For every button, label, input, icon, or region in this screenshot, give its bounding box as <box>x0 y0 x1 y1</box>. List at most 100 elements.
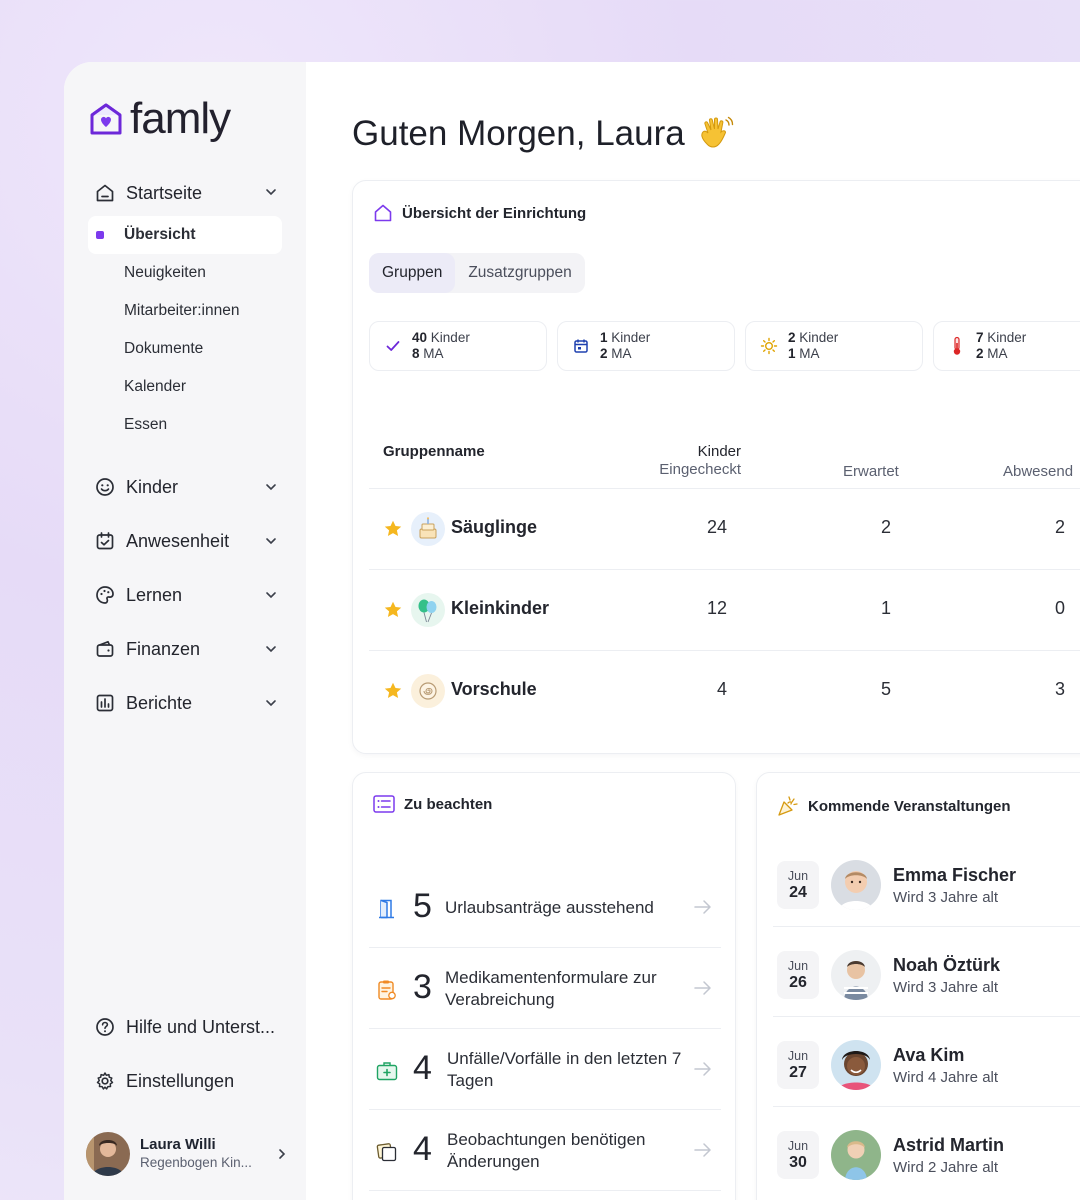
event-month: Jun <box>787 869 809 883</box>
calendar-check-icon <box>94 530 116 552</box>
nav-finanzen[interactable]: Finanzen <box>88 622 284 676</box>
col-absent[interactable]: Abwesend <box>1003 463 1073 480</box>
avatar <box>831 1130 881 1180</box>
cake-icon <box>411 512 445 546</box>
table-row[interactable]: Säuglinge 24 2 2 <box>369 489 1080 570</box>
chevron-down-icon <box>266 189 276 196</box>
party-popper-icon <box>778 796 798 816</box>
stat-holiday[interactable]: 2 Kinder 1 MA <box>745 321 923 371</box>
tab-gruppen[interactable]: Gruppen <box>369 253 456 293</box>
card-title: Zu beachten <box>373 795 492 813</box>
nav-lernen[interactable]: Lernen <box>88 568 284 622</box>
stat-kids-label: Kinder <box>611 330 651 345</box>
stat-planned[interactable]: 1 Kinder 2 MA <box>557 321 735 371</box>
event-item[interactable]: Jun 26 Noah Öztürk Wird 3 Jahre alt <box>773 927 1080 1017</box>
card-title: Übersicht der Einrichtung <box>373 203 586 223</box>
first-aid-icon <box>375 1059 399 1083</box>
nav-label: Kinder <box>126 476 179 497</box>
famly-logo[interactable]: famly <box>88 94 231 144</box>
nav-anwesenheit[interactable]: Anwesenheit <box>88 514 284 568</box>
stat-sick[interactable]: 7 Kinder 2 MA <box>933 321 1080 371</box>
attention-item[interactable]: 5 Urlaubsanträge ausstehend <box>369 867 721 948</box>
arrow-right-icon <box>694 981 711 995</box>
attention-count: 4 <box>413 1130 432 1168</box>
nav-neuigkeiten[interactable]: Neuigkeiten <box>88 254 284 292</box>
nav-settings[interactable]: Einstellungen <box>88 1054 284 1108</box>
col-expected[interactable]: Erwartet <box>843 463 899 480</box>
stat-kids-label: Kinder <box>430 330 470 345</box>
attention-item[interactable]: 3 Medikamentenformulare zur Verabreichun… <box>369 948 721 1029</box>
table-row[interactable]: Kleinkinder 12 1 0 <box>369 570 1080 651</box>
tab-zusatzgruppen[interactable]: Zusatzgruppen <box>455 253 584 293</box>
thermometer-icon <box>948 336 966 355</box>
nav-dokumente[interactable]: Dokumente <box>88 330 284 368</box>
nav-uebersicht[interactable]: Übersicht <box>88 216 282 254</box>
event-month: Jun <box>787 959 809 973</box>
checked-count: 24 <box>706 517 727 537</box>
event-date: Jun 24 <box>777 861 819 909</box>
page-title: Guten Morgen, Laura <box>352 114 735 154</box>
user-profile[interactable]: Laura Willi Regenbogen Kin... <box>86 1130 290 1178</box>
event-sub: Wird 3 Jahre alt <box>893 889 999 906</box>
nav-kalender[interactable]: Kalender <box>88 368 284 406</box>
chevron-down-icon <box>266 646 276 653</box>
main-nav: Startseite Übersicht Neuigkeiten Mitarbe… <box>88 174 284 730</box>
attention-item[interactable]: 4 Beobachtungen benötigen Änderungen <box>369 1110 721 1191</box>
event-name: Ava Kim <box>893 1045 965 1065</box>
list-icon <box>373 795 395 813</box>
star-icon[interactable] <box>383 681 403 701</box>
home-outline-icon <box>374 204 392 222</box>
nav-essen[interactable]: Essen <box>88 406 284 444</box>
arrow-right-icon <box>694 1062 711 1076</box>
event-sub: Wird 4 Jahre alt <box>893 1069 999 1086</box>
stat-checked-in[interactable]: 40 Kinder 8 MA <box>369 321 547 371</box>
event-day: 30 <box>789 1154 807 1171</box>
stat-kids: 1 <box>600 330 608 345</box>
table-row[interactable]: Vorschule 4 5 3 <box>369 651 1080 732</box>
expected-count: 5 <box>880 679 891 699</box>
nav-berichte[interactable]: Berichte <box>88 676 284 730</box>
nav-kinder[interactable]: Kinder <box>88 460 284 514</box>
avatar <box>831 1040 881 1090</box>
brand-name: famly <box>130 94 231 143</box>
event-day: 26 <box>789 974 807 991</box>
star-icon[interactable] <box>383 519 403 539</box>
event-sub: Wird 2 Jahre alt <box>893 1159 999 1176</box>
star-icon[interactable] <box>383 600 403 620</box>
event-item[interactable]: Jun 24 Emma Fischer Wird 3 Jahre alt <box>773 837 1080 927</box>
attention-item[interactable]: 4 Unfälle/Vorfälle in den letzten 7 Tage… <box>369 1029 721 1110</box>
col-checked-in[interactable]: Kinder Eingecheckt <box>659 443 741 479</box>
chevron-right-icon <box>279 1149 286 1159</box>
event-sub: Wird 3 Jahre alt <box>893 979 999 996</box>
event-item[interactable]: Jun 30 Astrid Martin Wird 2 Jahre alt <box>773 1107 1080 1197</box>
nav-help[interactable]: Hilfe und Unterst... <box>88 1000 284 1054</box>
event-day: 24 <box>789 884 807 901</box>
stat-staff-label: MA <box>611 346 632 361</box>
waving-hand-icon <box>701 116 733 148</box>
stat-staff: 2 <box>600 346 608 361</box>
attention-text: Medikamentenformulare zur Verabreichung <box>445 968 657 1009</box>
stat-staff: 1 <box>788 346 796 361</box>
attention-text: Beobachtungen benötigen Änderungen <box>447 1130 646 1171</box>
chevron-down-icon <box>266 592 276 599</box>
col-group-name[interactable]: Gruppenname <box>383 443 485 460</box>
chevron-down-icon <box>266 700 276 707</box>
nav-mitarbeiter[interactable]: Mitarbeiter:innen <box>88 292 284 330</box>
nav-startseite[interactable]: Startseite <box>88 174 284 212</box>
avatar <box>831 950 881 1000</box>
event-item[interactable]: Jun 27 Ava Kim Wird 4 Jahre alt <box>773 1017 1080 1107</box>
nav-label: Finanzen <box>126 638 201 659</box>
profile-org: Regenbogen Kin... <box>140 1155 252 1170</box>
event-date: Jun 27 <box>777 1041 819 1089</box>
attention-count: 5 <box>413 887 432 925</box>
home-icon <box>94 182 116 204</box>
nav-label: Berichte <box>126 692 193 713</box>
chevron-down-icon <box>266 538 276 545</box>
event-day: 27 <box>789 1064 807 1081</box>
chart-icon <box>94 692 116 714</box>
event-name: Noah Öztürk <box>893 955 1001 975</box>
wallet-icon <box>94 638 116 660</box>
nav-label: Startseite <box>126 182 203 203</box>
palette-icon <box>94 584 116 606</box>
stat-kids: 40 <box>412 330 428 345</box>
